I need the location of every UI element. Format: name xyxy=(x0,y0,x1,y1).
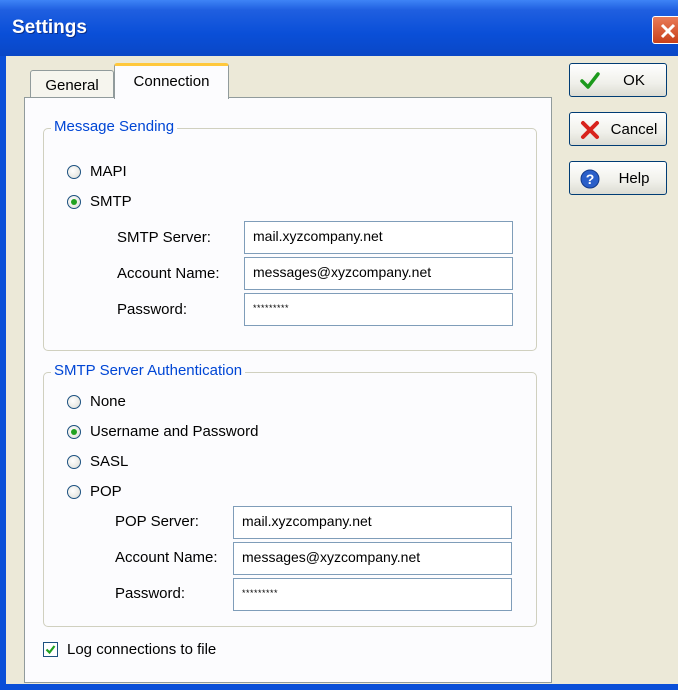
radio-mapi-circle xyxy=(67,164,81,179)
radio-auth-username-password-label: Username and Password xyxy=(90,423,259,440)
window-frame-left xyxy=(0,56,6,690)
svg-text:?: ? xyxy=(586,171,595,187)
radio-auth-pop[interactable]: POP xyxy=(67,483,122,500)
smtp-account-name-label: Account Name: xyxy=(117,265,220,282)
log-connections-checkbox[interactable]: Log connections to file xyxy=(43,641,216,658)
radio-auth-none[interactable]: None xyxy=(67,393,126,410)
radio-smtp-label: SMTP xyxy=(90,193,132,210)
pop-account-name-label: Account Name: xyxy=(115,549,218,566)
help-button-label: Help xyxy=(618,170,650,187)
log-connections-label: Log connections to file xyxy=(67,641,217,658)
radio-auth-pop-circle xyxy=(67,484,81,499)
checkmark-icon xyxy=(580,72,600,89)
pop-password-input[interactable]: ********* xyxy=(233,578,512,611)
window-frame-bottom xyxy=(0,684,678,690)
cancel-button[interactable]: Cancel xyxy=(569,112,667,146)
radio-auth-sasl-circle xyxy=(67,454,81,469)
radio-auth-sasl[interactable]: SASL xyxy=(67,453,128,470)
tab-connection-label: Connection xyxy=(133,73,210,90)
smtp-password-input[interactable]: ********* xyxy=(244,293,513,326)
pop-server-label: POP Server: xyxy=(115,513,199,530)
radio-auth-none-label: None xyxy=(90,393,126,410)
radio-auth-username-password[interactable]: Username and Password xyxy=(67,423,258,440)
radio-mapi[interactable]: MAPI xyxy=(67,163,127,180)
pop-account-name-input[interactable]: messages@xyzcompany.net xyxy=(233,542,512,575)
ok-button[interactable]: OK xyxy=(569,63,667,97)
smtp-server-label: SMTP Server: xyxy=(117,229,211,246)
radio-smtp-circle xyxy=(67,194,81,209)
checkmark-icon xyxy=(45,645,56,655)
radio-auth-none-circle xyxy=(67,394,81,409)
smtp-auth-title: SMTP Server Authentication xyxy=(51,362,246,379)
ok-button-label: OK xyxy=(623,72,645,89)
help-icon: ? xyxy=(580,169,600,189)
window-title: Settings xyxy=(12,17,87,38)
tab-general-label: General xyxy=(45,77,99,94)
radio-auth-username-password-circle xyxy=(67,424,81,439)
tab-connection[interactable]: Connection xyxy=(114,63,229,99)
smtp-account-name-input[interactable]: messages@xyzcompany.net xyxy=(244,257,513,290)
close-icon xyxy=(660,23,676,39)
cancel-button-label: Cancel xyxy=(610,121,658,138)
smtp-server-input[interactable]: mail.xyzcompany.net xyxy=(244,221,513,254)
red-x-icon xyxy=(581,121,599,139)
title-bar: Settings xyxy=(0,0,678,56)
pop-password-label: Password: xyxy=(115,585,186,602)
close-button[interactable] xyxy=(652,16,678,44)
radio-mapi-label: MAPI xyxy=(90,163,127,180)
radio-auth-sasl-label: SASL xyxy=(90,453,129,470)
smtp-password-label: Password: xyxy=(117,301,188,318)
radio-auth-pop-label: POP xyxy=(90,483,122,500)
help-button[interactable]: ? Help xyxy=(569,161,667,195)
tab-general[interactable]: General xyxy=(30,70,114,98)
message-sending-title: Message Sending xyxy=(51,118,178,135)
pop-server-input[interactable]: mail.xyzcompany.net xyxy=(233,506,512,539)
radio-smtp[interactable]: SMTP xyxy=(67,193,132,210)
checkbox-box xyxy=(43,642,58,657)
